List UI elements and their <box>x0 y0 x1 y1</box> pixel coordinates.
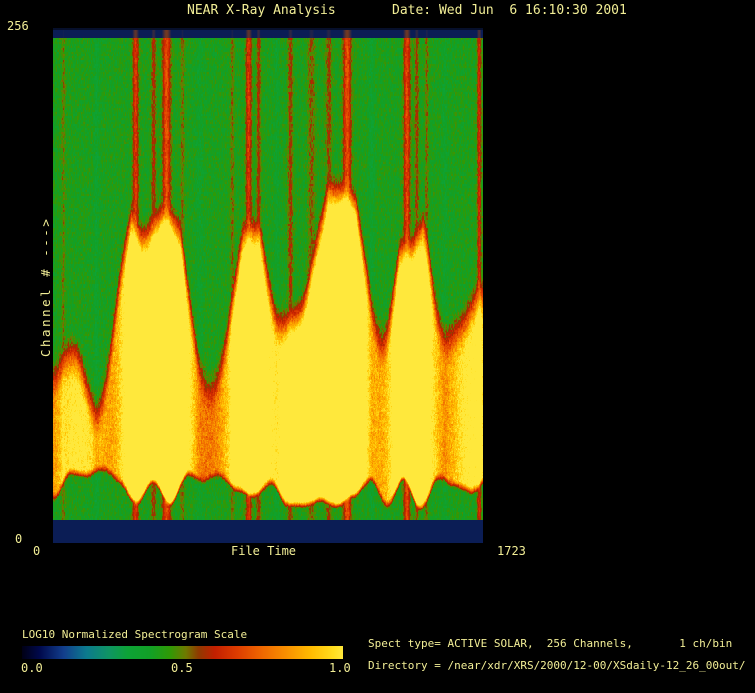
y-axis-label: Channel # ---> <box>38 216 53 357</box>
y-axis-tick-min: 0 <box>15 532 23 546</box>
spect-type-line: Spect type= ACTIVE SOLAR, 256 Channels, … <box>368 637 733 650</box>
colorbar-label: LOG10 Normalized Spectrogram Scale <box>22 628 248 641</box>
page-title: NEAR X-Ray Analysis <box>187 3 336 18</box>
colorbar-gradient <box>22 646 343 659</box>
xray-analysis-window: NEAR X-Ray Analysis Date: Wed Jun 6 16:1… <box>0 0 755 693</box>
date-label: Date: Wed Jun 6 16:10:30 2001 <box>392 3 627 18</box>
x-axis-label: File Time <box>231 544 297 558</box>
y-axis-tick-max: 256 <box>7 19 29 33</box>
colorbar-tick-right: 1.0 <box>329 661 351 675</box>
directory-line: Directory = /near/xdr/XRS/2000/12-00/XSd… <box>368 659 746 672</box>
x-axis-tick-min: 0 <box>33 544 41 558</box>
colorbar-tick-left: 0.0 <box>21 661 43 675</box>
spectrogram-plot <box>53 28 483 543</box>
colorbar-tick-mid: 0.5 <box>171 661 193 675</box>
x-axis-tick-max: 1723 <box>497 544 526 558</box>
